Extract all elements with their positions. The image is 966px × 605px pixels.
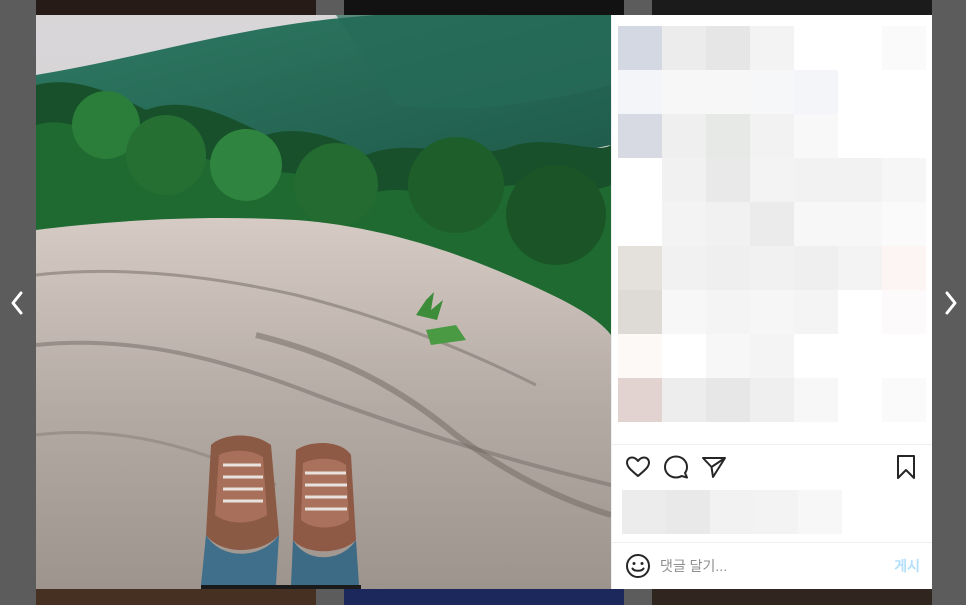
comment-icon bbox=[664, 455, 688, 479]
chevron-left-icon bbox=[11, 291, 23, 315]
share-button[interactable] bbox=[700, 453, 728, 481]
smiley-icon bbox=[626, 554, 650, 579]
post-comment-button[interactable]: 게시 bbox=[894, 556, 920, 576]
post-photo bbox=[36, 15, 611, 589]
post-side-panel: 게시 bbox=[611, 15, 932, 589]
chevron-right-icon bbox=[945, 291, 957, 315]
comments-area-pixelated bbox=[612, 15, 932, 444]
prev-post-button[interactable] bbox=[2, 286, 32, 320]
emoji-button[interactable] bbox=[624, 552, 652, 580]
post-actions-bar bbox=[612, 443, 932, 491]
bookmark-icon bbox=[897, 455, 915, 480]
next-post-button[interactable] bbox=[936, 286, 966, 320]
comment-input[interactable] bbox=[658, 557, 895, 576]
add-comment-bar: 게시 bbox=[612, 542, 932, 589]
paper-plane-icon bbox=[702, 457, 726, 479]
like-button[interactable] bbox=[624, 453, 652, 481]
comment-button[interactable] bbox=[662, 453, 690, 481]
likes-area-pixelated bbox=[612, 490, 932, 542]
save-button[interactable] bbox=[892, 453, 920, 481]
heart-icon bbox=[626, 456, 650, 478]
post-modal: 게시 bbox=[36, 15, 932, 589]
